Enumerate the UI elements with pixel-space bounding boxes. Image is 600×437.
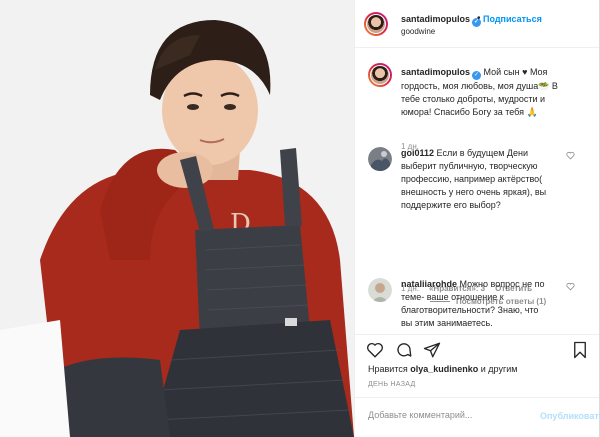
save-bookmark-icon[interactable] [571, 341, 589, 359]
post-sidebar: santadimopulos ✓ • Подписаться goodwine s… [354, 0, 600, 437]
comment-username[interactable]: goi0112 [401, 148, 434, 158]
author-username[interactable]: santadimopulos ✓ [401, 14, 482, 27]
likes-summary: Нравится olya_kudinenko и другим [368, 364, 518, 374]
comments-list[interactable]: santadimopulos ✓ Мой сын ♥ Моя гордость, … [355, 49, 599, 333]
caption-avatar[interactable] [368, 63, 392, 87]
share-paper-plane-icon[interactable] [423, 341, 441, 359]
add-comment-form: Опубликовать [355, 397, 600, 437]
comment-text: nataliiarohde Можно вопрос не по теме- в… [401, 278, 551, 330]
comment-username[interactable]: nataliiarohde [401, 279, 457, 289]
verified-badge-icon: ✓ [472, 71, 482, 80]
post-photo[interactable]: D [0, 0, 354, 437]
caption-text: santadimopulos ✓ Мой сын ♥ Моя гордость, … [401, 66, 559, 119]
liker-username[interactable]: olya_kudinenko [410, 364, 478, 374]
like-heart-icon[interactable] [366, 341, 384, 359]
comment-input[interactable] [368, 410, 528, 420]
separator-dot: • [477, 13, 481, 24]
publish-button[interactable]: Опубликовать [540, 411, 600, 421]
comment-bubble-icon[interactable] [395, 341, 413, 359]
commenter-avatar[interactable] [368, 147, 392, 171]
comment-text: goi0112 Если в будущем Дени выберит публ… [401, 147, 551, 212]
follow-button[interactable]: Подписаться [483, 14, 542, 24]
post-header: santadimopulos ✓ • Подписаться goodwine [355, 0, 599, 48]
boy-portrait-image: D [0, 0, 354, 437]
like-comment-heart-icon[interactable] [566, 282, 575, 291]
like-comment-heart-icon[interactable] [566, 151, 575, 160]
location-link[interactable]: goodwine [401, 27, 435, 36]
commenter-avatar[interactable] [368, 278, 392, 302]
caption-username[interactable]: santadimopulos [401, 67, 470, 77]
author-avatar[interactable] [364, 12, 388, 36]
post-timestamp[interactable]: ДЕНЬ НАЗАД [368, 381, 416, 388]
